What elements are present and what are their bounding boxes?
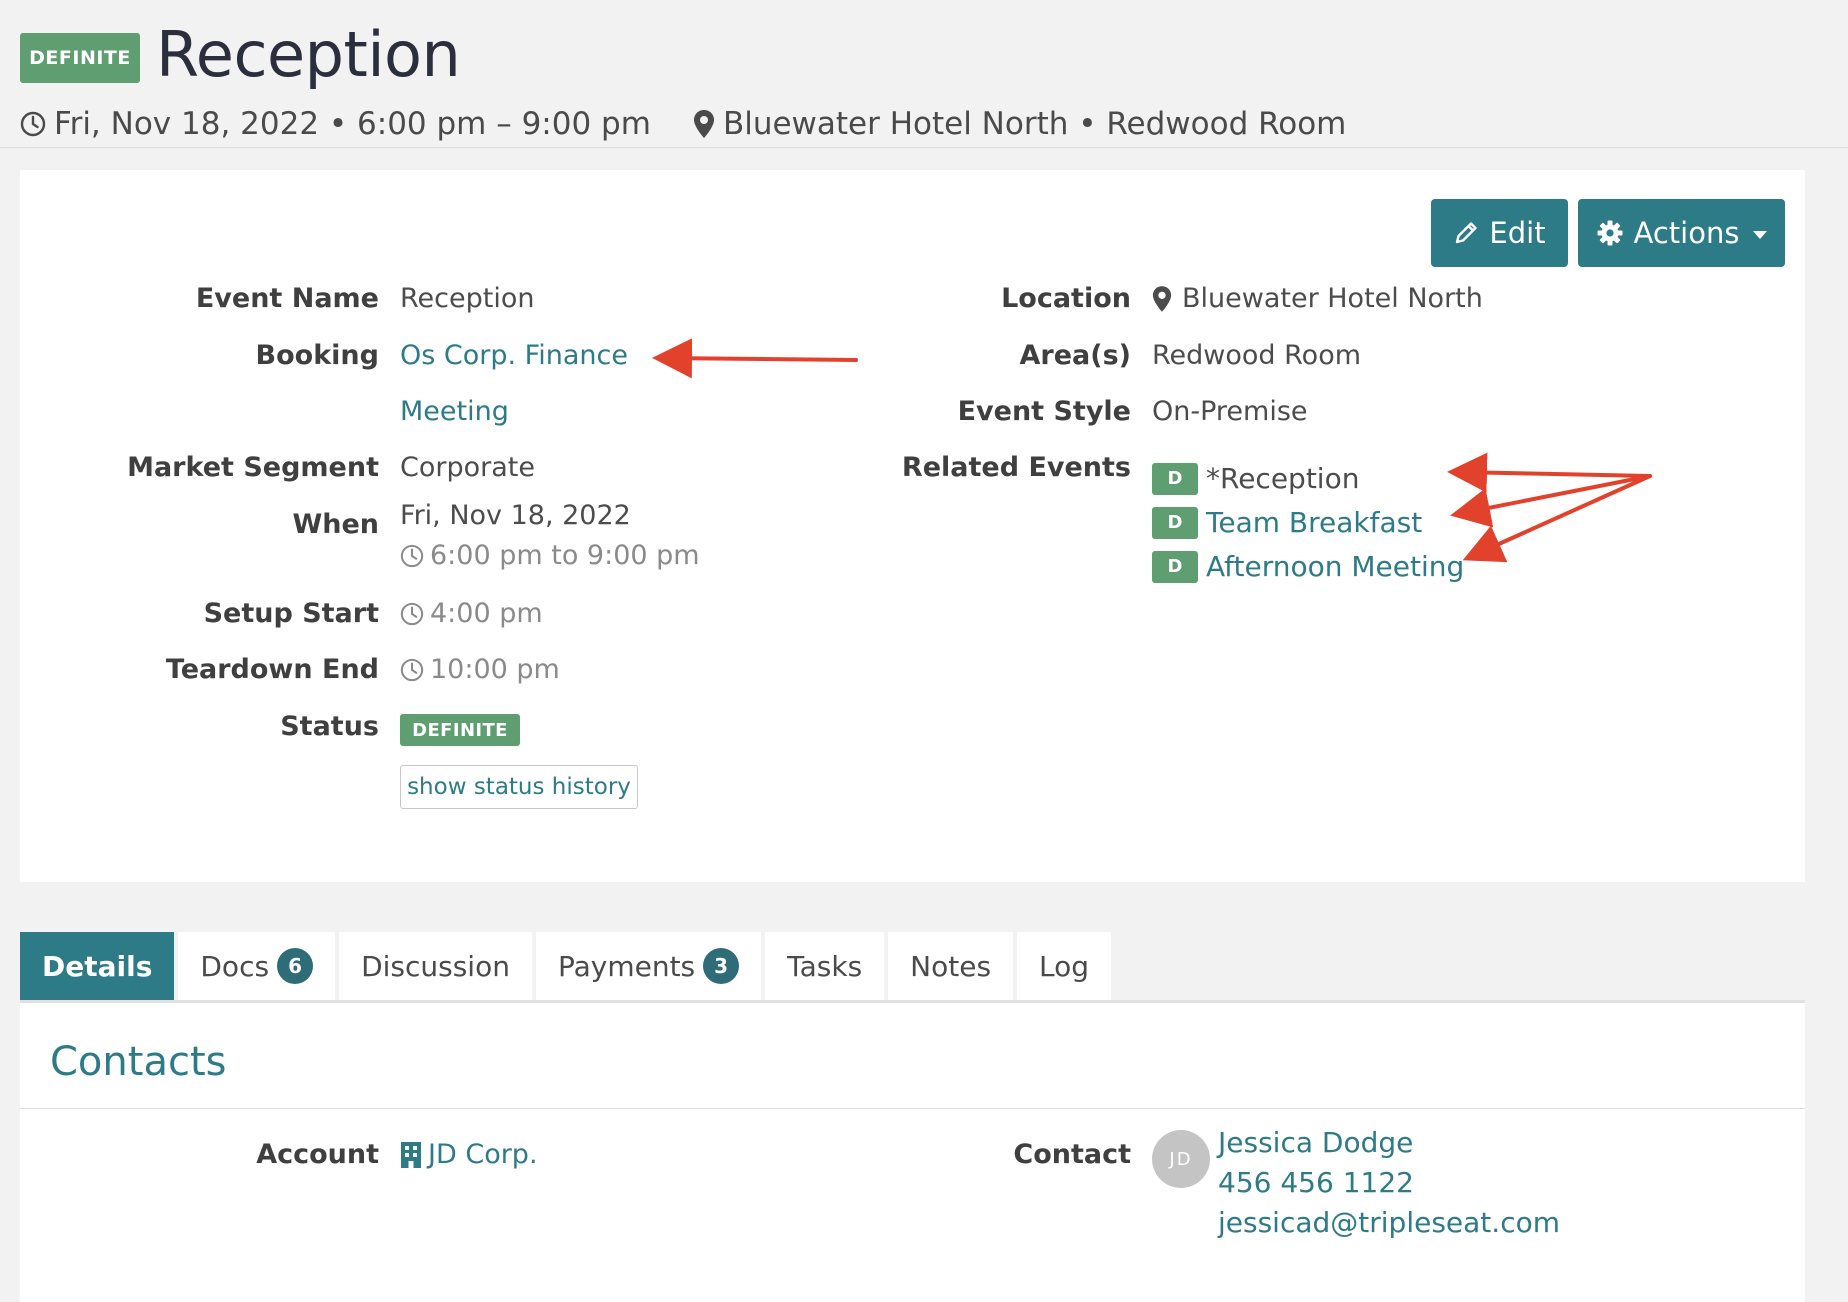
count-badge: 6 [277,948,314,984]
tab-docs[interactable]: Docs 6 [178,932,336,1000]
when-date: Fri, Nov 18, 2022 [400,500,631,531]
account-label: Account [256,1139,379,1170]
tab-discussion[interactable]: Discussion [339,932,532,1000]
market-segment-value: Corporate [400,452,535,483]
status-badge: DEFINITE [20,33,140,83]
tab-details[interactable]: Details [20,932,175,1000]
edit-button-label: Edit [1489,216,1546,250]
tab-label: Tasks [787,949,863,983]
related-event-name: *Reception [1206,462,1360,495]
map-pin-icon [1152,285,1172,313]
event-summary: Fri, Nov 18, 2022 • 6:00 pm – 9:00 pm Bl… [20,104,1346,144]
show-status-history-button[interactable]: show status history [400,765,638,809]
tab-label: Payments [557,949,696,983]
booking-meeting-link[interactable]: Meeting [400,396,509,427]
clock-icon [20,111,46,137]
event-details-card: Edit Actions Event Name Reception Bookin… [20,170,1805,882]
clock-icon [400,544,424,568]
building-icon [400,1141,422,1169]
status-badge-small: DEFINITE [400,714,520,746]
tab-log[interactable]: Log [1017,932,1112,1000]
event-location: Bluewater Hotel North • Redwood Room [722,106,1347,142]
tab-bar: Details Docs 6 Discussion Payments 3 Tasks… [20,932,1112,1000]
related-event-link[interactable]: Afternoon Meeting [1206,550,1464,583]
clock-icon [400,658,424,682]
teardown-end-text: 10:00 pm [430,654,560,685]
event-style-value: On-Premise [1152,396,1308,427]
booking-link[interactable]: Os Corp. Finance [400,340,628,371]
tab-label: Log [1039,949,1090,983]
contact-email-link[interactable]: jessicad@tripleseat.com [1218,1206,1560,1239]
page-title: Reception [156,18,461,91]
event-style-label: Event Style [957,396,1131,427]
tab-payments[interactable]: Payments 3 [535,932,762,1000]
market-segment-label: Market Segment [127,452,379,483]
event-name-label: Event Name [195,283,379,314]
when-time: 6:00 pm to 9:00 pm [400,540,700,571]
location-label: Location [1001,283,1131,314]
contact-phone-link[interactable]: 456 456 1122 [1218,1166,1414,1199]
tab-label: Docs [200,949,270,983]
contact-name-link[interactable]: Jessica Dodge [1218,1126,1413,1159]
map-pin-icon [693,109,715,139]
status-label: Status [280,711,379,742]
teardown-end-value: 10:00 pm [400,654,560,685]
event-name-value: Reception [400,283,535,314]
account-link[interactable]: JD Corp. [400,1139,538,1170]
tab-tasks[interactable]: Tasks [765,932,885,1000]
setup-start-value: 4:00 pm [400,598,543,629]
setup-start-text: 4:00 pm [430,598,543,629]
location-text: Bluewater Hotel North [1182,283,1483,314]
gear-icon [1596,219,1624,247]
booking-label: Booking [255,340,379,371]
chevron-down-icon [1753,231,1768,239]
related-event-link[interactable]: Team Breakfast [1206,506,1422,539]
edit-button[interactable]: Edit [1431,199,1568,267]
count-badge: 3 [703,948,740,984]
tab-label: Notes [910,949,992,983]
areas-value: Redwood Room [1152,340,1362,371]
related-event-item[interactable]: D Afternoon Meeting [1152,550,1464,583]
related-event-item[interactable]: D Team Breakfast [1152,506,1422,539]
contacts-heading: Contacts [50,1039,227,1085]
tab-label: Details [42,949,153,983]
contact-label: Contact [1013,1139,1131,1170]
related-event-badge: D [1152,462,1198,495]
location-value: Bluewater Hotel North [1152,283,1483,314]
setup-start-label: Setup Start [203,598,379,629]
related-event-item: D *Reception [1152,462,1359,495]
related-event-badge: D [1152,550,1198,583]
teardown-end-label: Teardown End [165,654,379,685]
contacts-panel: Contacts Account JD Corp. Contact JD Jes… [20,1003,1805,1302]
actions-dropdown-button[interactable]: Actions [1578,199,1785,267]
when-label: When [292,509,379,540]
event-datetime: Fri, Nov 18, 2022 • 6:00 pm – 9:00 pm [54,106,651,142]
pencil-icon [1453,220,1479,246]
clock-icon [400,602,424,626]
related-event-badge: D [1152,506,1198,539]
areas-label: Area(s) [1019,340,1132,371]
avatar: JD [1152,1130,1210,1188]
tab-label: Discussion [361,949,510,983]
divider [20,1108,1805,1109]
when-time-text: 6:00 pm to 9:00 pm [430,540,700,571]
actions-button-label: Actions [1633,216,1740,250]
account-name: JD Corp. [428,1139,538,1170]
tab-notes[interactable]: Notes [888,932,1014,1000]
related-events-label: Related Events [901,452,1131,483]
page-header: DEFINITE Reception Fri, Nov 18, 2022 • 6… [0,0,1848,148]
